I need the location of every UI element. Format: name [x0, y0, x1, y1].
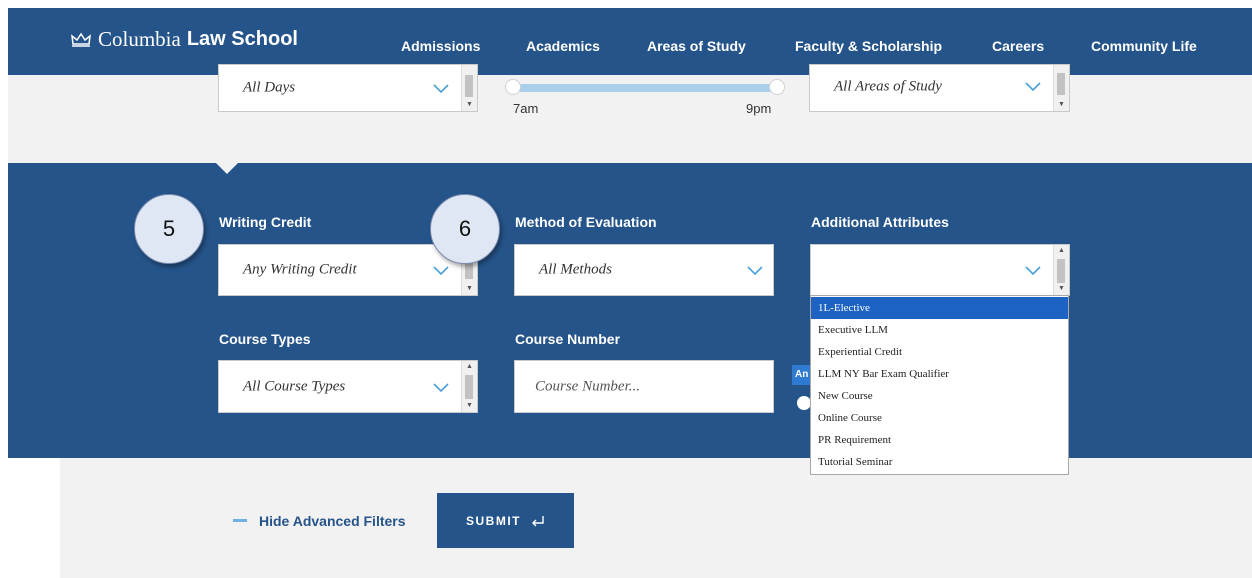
dropdown-option-llm-ny-bar[interactable]: LLM NY Bar Exam Qualifier [811, 363, 1068, 385]
course-types-scrollbar[interactable]: ▲ ▼ [461, 361, 477, 412]
logo-text-columbia: Columbia [98, 27, 181, 51]
scroll-thumb[interactable] [1057, 259, 1065, 283]
method-of-evaluation-label: Method of Evaluation [515, 214, 657, 230]
dropdown-option-new-course[interactable]: New Course [811, 385, 1068, 407]
nav-academics[interactable]: Academics [526, 38, 600, 54]
chevron-down-icon [1025, 266, 1041, 276]
method-of-evaluation-select[interactable]: All Methods [514, 244, 774, 296]
days-select[interactable]: All Days ▼ [218, 64, 478, 112]
submit-label: SUBMIT [466, 513, 521, 528]
dropdown-option-executive-llm[interactable]: Executive LLM [811, 319, 1068, 341]
days-select-scrollbar[interactable]: ▼ [461, 65, 477, 111]
course-number-placeholder: Course Number... [535, 378, 641, 394]
time-range-track[interactable] [513, 84, 777, 92]
nav-faculty-scholarship[interactable]: Faculty & Scholarship [795, 38, 942, 54]
nav-careers[interactable]: Careers [992, 38, 1044, 54]
crown-icon [71, 32, 91, 47]
nav-admissions[interactable]: Admissions [401, 38, 480, 54]
additional-attributes-dropdown: 1L-Elective Executive LLM Experiential C… [810, 295, 1069, 475]
scroll-thumb[interactable] [1057, 73, 1065, 95]
site-logo[interactable]: Columbia Law School [70, 27, 298, 52]
dropdown-option-tutorial-seminar[interactable]: Tutorial Seminar [811, 451, 1068, 473]
additional-attributes-scrollbar[interactable]: ▲ ▼ [1053, 245, 1069, 295]
dropdown-option-1l-elective[interactable]: 1L-Elective [811, 297, 1068, 319]
nav-areas-of-study[interactable]: Areas of Study [647, 38, 746, 54]
chevron-down-icon [1025, 82, 1041, 92]
additional-attributes-label: Additional Attributes [811, 214, 949, 230]
submit-button[interactable]: SUBMIT [437, 493, 574, 548]
partial-badge: An [792, 365, 812, 385]
areas-select-scrollbar[interactable]: ▼ [1053, 65, 1069, 111]
chevron-down-icon [433, 383, 449, 393]
writing-credit-value: Any Writing Credit [243, 261, 357, 278]
course-number-input[interactable]: Course Number... [514, 360, 774, 413]
areas-of-study-value: All Areas of Study [834, 78, 942, 95]
nav-community-life[interactable]: Community Life [1091, 38, 1197, 54]
time-min-label: 7am [513, 101, 539, 116]
course-types-label: Course Types [219, 331, 311, 347]
filter-area-background-left [8, 75, 60, 163]
panel-pointer [215, 162, 239, 174]
toggle-knob[interactable] [797, 396, 811, 410]
course-types-select[interactable]: All Course Types ▲ ▼ [218, 360, 478, 413]
minus-icon[interactable] [233, 519, 247, 522]
enter-arrow-icon [532, 515, 544, 526]
callout-6: 6 [430, 194, 500, 264]
chevron-down-icon [433, 266, 449, 276]
hide-advanced-filters-link[interactable]: Hide Advanced Filters [259, 513, 406, 529]
areas-of-study-select[interactable]: All Areas of Study ▼ [809, 64, 1070, 112]
scroll-up-arrow[interactable]: ▲ [462, 361, 477, 373]
logo-text-law-school: Law School [186, 28, 298, 50]
scroll-thumb[interactable] [465, 75, 473, 97]
dropdown-option-experiential-credit[interactable]: Experiential Credit [811, 341, 1068, 363]
scroll-down-arrow[interactable]: ▼ [462, 99, 477, 111]
callout-5: 5 [134, 194, 204, 264]
scroll-down-arrow[interactable]: ▼ [462, 283, 477, 295]
time-max-handle[interactable] [769, 79, 785, 95]
writing-credit-label: Writing Credit [219, 214, 312, 230]
scroll-down-arrow[interactable]: ▼ [462, 400, 477, 412]
scroll-thumb[interactable] [465, 375, 473, 399]
time-min-handle[interactable] [505, 79, 521, 95]
time-max-label: 9pm [746, 101, 772, 116]
days-select-value: All Days [243, 79, 296, 96]
dropdown-option-pr-requirement[interactable]: PR Requirement [811, 429, 1068, 451]
dropdown-option-online-course[interactable]: Online Course [811, 407, 1068, 429]
scroll-down-arrow[interactable]: ▼ [1054, 99, 1069, 111]
course-number-label: Course Number [515, 331, 621, 347]
chevron-down-icon [747, 266, 763, 276]
scroll-up-arrow[interactable]: ▲ [1054, 245, 1069, 257]
scroll-down-arrow[interactable]: ▼ [1054, 283, 1069, 295]
course-types-value: All Course Types [243, 378, 346, 394]
additional-attributes-select[interactable]: ▲ ▼ [810, 244, 1070, 296]
method-of-evaluation-value: All Methods [539, 261, 612, 278]
chevron-down-icon [433, 84, 449, 94]
